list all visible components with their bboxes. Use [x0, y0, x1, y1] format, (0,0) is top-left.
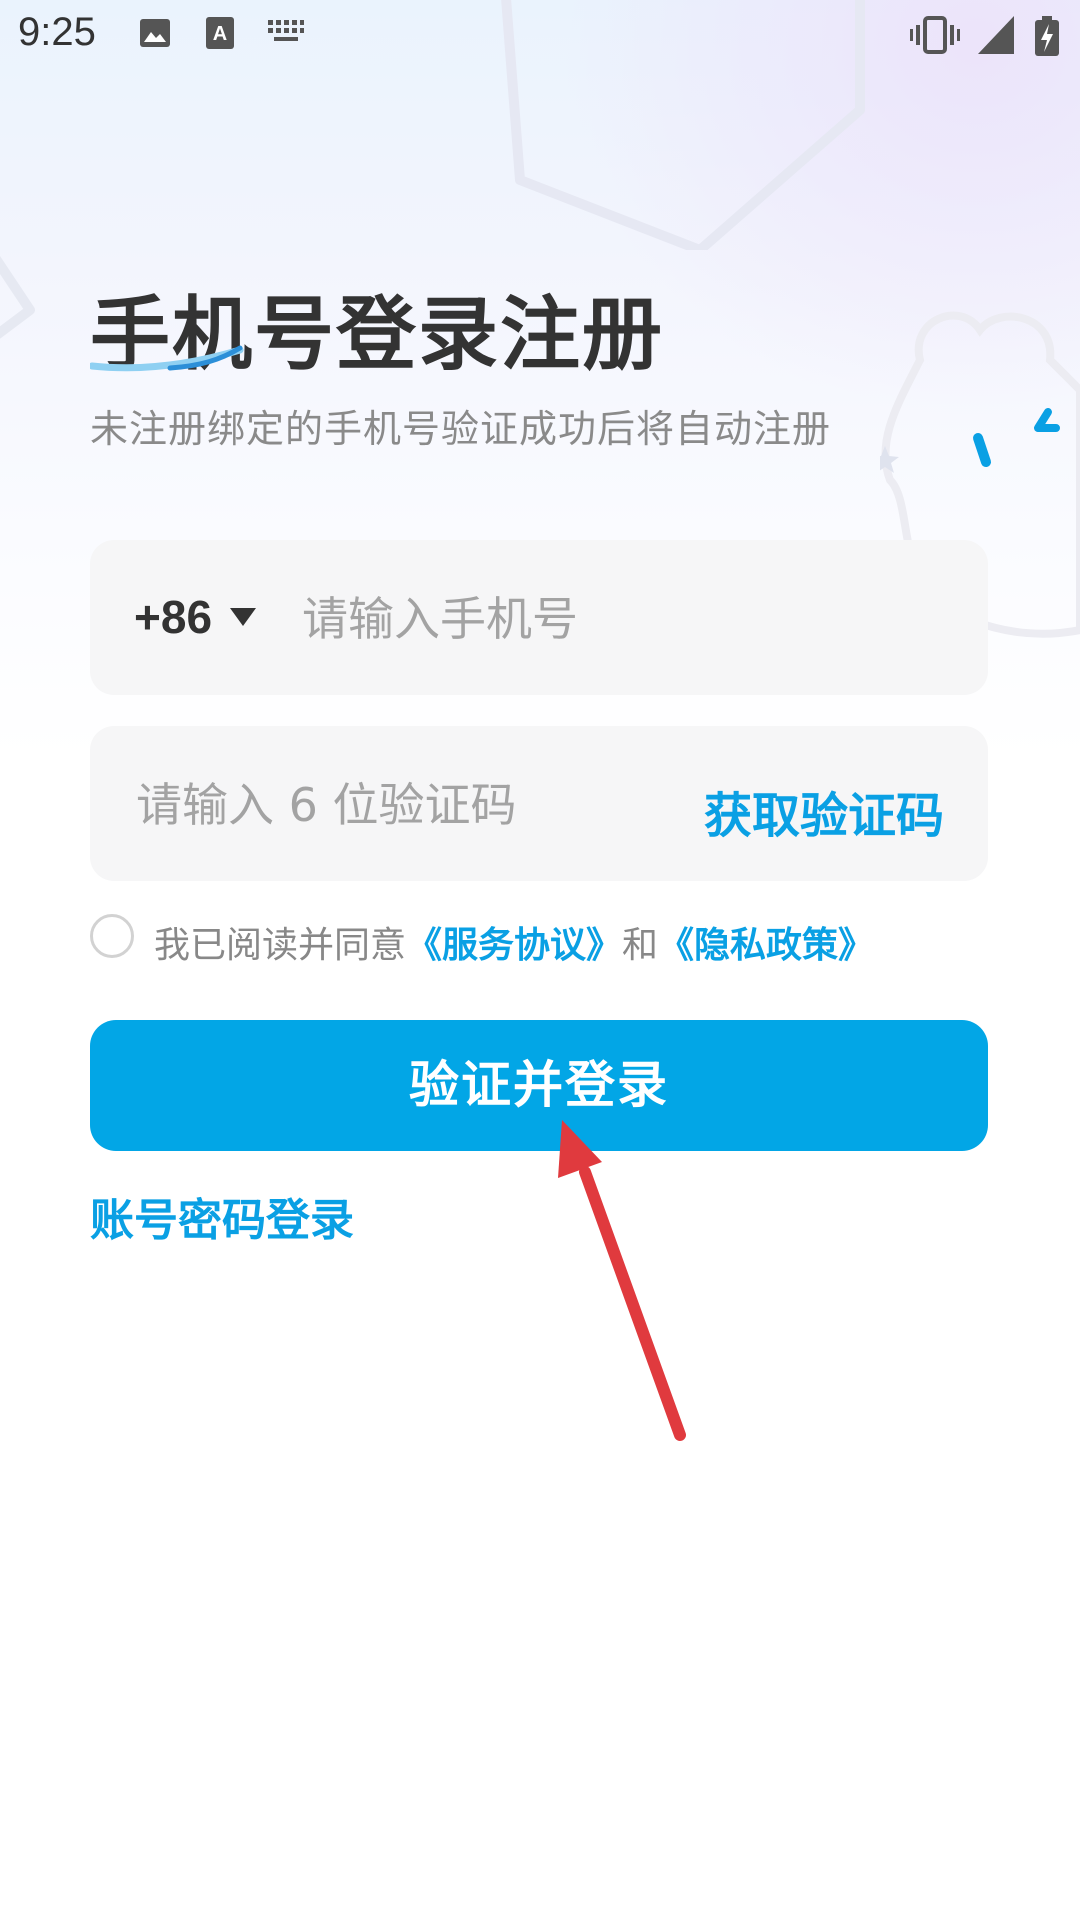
country-code-selector[interactable]: +86: [134, 590, 212, 644]
image-icon: [140, 19, 170, 47]
triangle-decoration: [0, 255, 35, 339]
signal-icon: [978, 16, 1014, 54]
status-time: 9:25: [18, 10, 96, 54]
verification-code-field: 获取验证码: [90, 726, 988, 881]
keyboard-icon: [268, 20, 304, 41]
verify-login-button[interactable]: 验证并登录: [90, 1020, 988, 1151]
verification-code-input[interactable]: [134, 764, 658, 846]
title-underline-decoration: [90, 345, 244, 372]
annotation-arrow-icon: [558, 1120, 686, 1441]
agreement-checkbox[interactable]: [90, 914, 134, 958]
phone-input[interactable]: [300, 578, 944, 660]
status-bar: 9:25 A: [0, 0, 1080, 72]
password-login-link[interactable]: 账号密码登录: [90, 1184, 354, 1248]
phone-field: +86: [90, 540, 988, 695]
page-subtitle: 未注册绑定的手机号验证成功后将自动注册: [90, 407, 832, 451]
battery-charging-icon: [1035, 16, 1059, 56]
caret-down-icon[interactable]: [230, 608, 256, 626]
agreement-text: 我已阅读并同意《服务协议》和《隐私政策》: [154, 916, 874, 968]
get-code-button[interactable]: 获取验证码: [704, 776, 944, 846]
privacy-policy-link[interactable]: 《隐私政策》: [658, 925, 874, 966]
vibrate-icon: [910, 16, 960, 54]
agreement-prefix: 我已阅读并同意: [154, 925, 407, 966]
svg-text:A: A: [213, 23, 227, 45]
agreement-conjunction: 和: [622, 925, 659, 966]
text-a-icon: A: [206, 17, 234, 49]
service-agreement-link[interactable]: 《服务协议》: [406, 925, 622, 966]
